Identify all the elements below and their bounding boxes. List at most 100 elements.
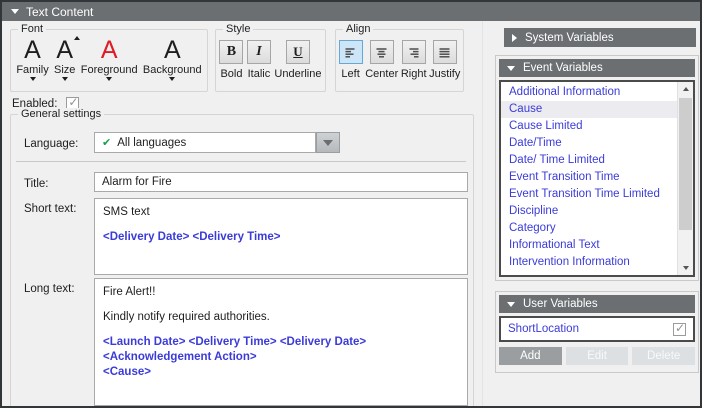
- list-item[interactable]: Discipline: [501, 203, 677, 220]
- align-right-label: Right: [401, 68, 427, 80]
- user-variables-buttons: AddEditDelete: [499, 347, 695, 365]
- long-text-tags-2: <Cause>: [103, 365, 459, 380]
- shortlocation-checkbox[interactable]: [673, 323, 686, 336]
- user-variables-title: User Variables: [523, 298, 598, 310]
- align-group-label: Align: [343, 23, 373, 35]
- font-group: Font AFamilyASizeAForegroundABackground: [10, 29, 208, 92]
- short-text-line: SMS text: [103, 205, 459, 220]
- align-left-label: Left: [341, 68, 359, 80]
- chevron-right-icon: [512, 34, 517, 42]
- scrollbar[interactable]: [677, 82, 693, 275]
- scroll-down-button[interactable]: [678, 261, 693, 275]
- user-variable-row[interactable]: ShortLocation: [501, 318, 693, 340]
- italic-icon: I: [256, 44, 261, 60]
- chevron-down-icon[interactable]: [169, 77, 175, 81]
- user-variables-header[interactable]: User Variables: [499, 295, 695, 313]
- list-item[interactable]: Date/Time: [501, 135, 677, 152]
- caret-down-icon: [683, 266, 689, 270]
- font-foreground-label: Foreground: [81, 64, 138, 76]
- font-size-icon: A: [56, 37, 73, 63]
- chevron-down-icon[interactable]: [62, 77, 68, 81]
- align-buttons: Left CenterRightJustify: [336, 30, 463, 91]
- align-group: Align LeftCenterRightJustify: [335, 29, 464, 92]
- font-foreground-button[interactable]: AForeground: [81, 37, 138, 81]
- long-text-line-2: Kindly notify required authorities.: [103, 310, 459, 325]
- general-settings-label: General settings: [18, 108, 104, 120]
- chevron-down-icon[interactable]: [106, 77, 112, 81]
- title-input[interactable]: [94, 172, 468, 192]
- list-item[interactable]: Additional Information: [501, 84, 677, 101]
- user-variable-name: ShortLocation: [508, 323, 579, 335]
- list-item[interactable]: Date/ Time Limited: [501, 152, 677, 169]
- align-left-button[interactable]: [339, 40, 363, 64]
- bold-label: Bold: [220, 68, 242, 80]
- add-button[interactable]: Add: [499, 347, 562, 365]
- list-item[interactable]: Category: [501, 220, 677, 237]
- font-family-button[interactable]: AFamily: [16, 37, 48, 81]
- caret-up-icon: [74, 36, 80, 40]
- align-left-icon: [344, 46, 357, 59]
- align-justify-label: Justify: [429, 68, 460, 80]
- align-right-button[interactable]: [402, 40, 426, 64]
- list-item[interactable]: Cause: [501, 101, 677, 118]
- language-dropdown-button[interactable]: [316, 132, 340, 153]
- font-background-icon: A: [164, 37, 181, 63]
- list-item[interactable]: Intervention Information: [501, 254, 677, 271]
- scrollbar-thumb[interactable]: [679, 98, 692, 230]
- chevron-down-icon: [507, 66, 515, 71]
- title-label: Title:: [24, 178, 49, 190]
- font-background-button[interactable]: ABackground: [143, 37, 202, 81]
- caret-up-icon: [683, 87, 689, 91]
- event-variables-title: Event Variables: [523, 62, 603, 74]
- style-buttons: B Bold I Italic U Underline: [216, 30, 325, 91]
- collapse-icon: [11, 9, 19, 14]
- event-variables-list: Additional InformationCauseCause Limited…: [499, 80, 695, 277]
- underline-button[interactable]: U: [286, 40, 310, 64]
- text-content-header[interactable]: Text Content: [2, 2, 700, 21]
- event-variables-header[interactable]: Event Variables: [499, 59, 695, 77]
- event-variables-rows: Additional InformationCauseCause Limited…: [501, 84, 677, 277]
- font-size-button[interactable]: ASize: [54, 37, 75, 81]
- list-item-partial: [501, 271, 677, 277]
- long-text-tags-1: <Launch Date> <Delivery Time> <Delivery …: [103, 335, 459, 365]
- list-item[interactable]: Informational Text: [501, 237, 677, 254]
- font-size-label: Size: [54, 64, 75, 76]
- align-right-icon: [407, 46, 420, 59]
- user-variables-list: ShortLocation: [499, 316, 695, 342]
- edit-button[interactable]: Edit: [566, 347, 629, 365]
- chevron-down-icon: [323, 140, 333, 146]
- align-justify-button[interactable]: [433, 40, 457, 64]
- underline-label: Underline: [274, 68, 321, 80]
- align-center-label: Center: [365, 68, 398, 80]
- language-select[interactable]: ✔ All languages: [94, 132, 316, 153]
- short-text-input[interactable]: SMS text <Delivery Date> <Delivery Time>: [94, 198, 468, 275]
- long-text-input[interactable]: Fire Alert!! Kindly notify required auth…: [94, 278, 468, 406]
- system-variables-header[interactable]: System Variables: [504, 28, 696, 47]
- text-content-panel: Text Content Font AFamilyASizeAForegroun…: [0, 0, 702, 408]
- event-variables-group: Event Variables Additional InformationCa…: [495, 55, 699, 281]
- font-foreground-icon: A: [101, 37, 118, 63]
- list-item[interactable]: Event Transition Time: [501, 169, 677, 186]
- short-text-label: Short text:: [24, 203, 76, 215]
- list-item[interactable]: Cause Limited: [501, 118, 677, 135]
- italic-button[interactable]: I: [247, 40, 271, 64]
- style-group-label: Style: [223, 23, 253, 35]
- long-text-line-1: Fire Alert!!: [103, 285, 459, 300]
- font-background-label: Background: [143, 64, 202, 76]
- bold-button[interactable]: B: [219, 40, 243, 64]
- separator: [16, 161, 466, 162]
- italic-label: Italic: [248, 68, 271, 80]
- language-label: Language:: [24, 138, 78, 150]
- scroll-up-button[interactable]: [678, 82, 693, 96]
- language-value: All languages: [117, 137, 186, 149]
- long-text-label: Long text:: [24, 283, 75, 295]
- font-family-label: Family: [16, 64, 48, 76]
- bold-icon: B: [227, 44, 236, 60]
- style-group: Style BBoldIItalicUUnderline: [215, 29, 326, 92]
- chevron-down-icon: [507, 302, 515, 307]
- underline-icon: U: [293, 44, 302, 60]
- list-item[interactable]: Event Transition Time Limited: [501, 186, 677, 203]
- delete-button[interactable]: Delete: [632, 347, 695, 365]
- align-center-button[interactable]: [370, 40, 394, 64]
- chevron-down-icon[interactable]: [30, 77, 36, 81]
